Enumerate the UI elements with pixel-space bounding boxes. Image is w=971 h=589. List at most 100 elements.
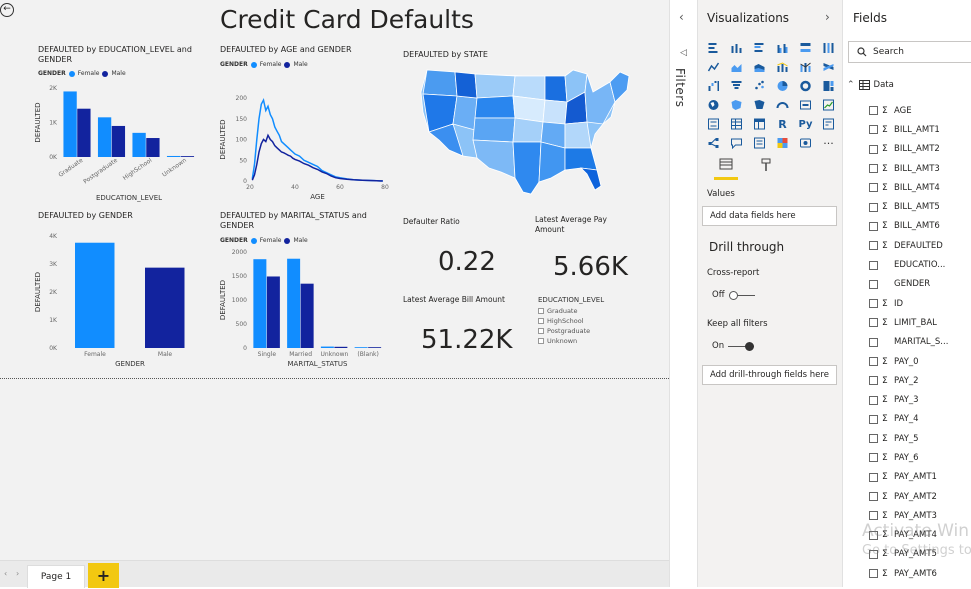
cross-report-toggle[interactable]: Off: [712, 290, 755, 300]
clustered-column-icon[interactable]: [773, 40, 792, 56]
slicer-item[interactable]: Unknown: [538, 336, 604, 346]
chevron-left-icon[interactable]: ‹: [679, 10, 684, 24]
bar[interactable]: [320, 346, 334, 348]
page-tab-1[interactable]: Page 1: [27, 565, 85, 588]
us-states-map[interactable]: [415, 62, 635, 200]
field-checkbox[interactable]: [869, 241, 878, 251]
clustered-bar-icon[interactable]: [750, 40, 769, 56]
treemap-icon[interactable]: [819, 78, 838, 94]
key-influencers-icon[interactable]: [819, 116, 838, 132]
field-checkbox[interactable]: [869, 511, 878, 521]
field-item[interactable]: Σ PAY_6: [869, 448, 948, 467]
bar[interactable]: [253, 259, 267, 348]
field-item[interactable]: Σ DEFAULTED: [869, 236, 948, 255]
table-icon[interactable]: [727, 116, 746, 132]
shape-map-icon[interactable]: [750, 97, 769, 113]
filter-collapse-icon[interactable]: ◁: [680, 48, 687, 58]
field-checkbox[interactable]: [869, 434, 878, 444]
field-checkbox[interactable]: [869, 569, 878, 579]
toggle-switch[interactable]: [728, 291, 755, 300]
bar[interactable]: [132, 132, 146, 157]
field-checkbox[interactable]: [869, 164, 878, 174]
field-item[interactable]: Σ BILL_AMT5: [869, 197, 948, 216]
field-item[interactable]: Σ ID: [869, 294, 948, 313]
fields-search-input[interactable]: Search: [848, 41, 971, 63]
filled-map-icon[interactable]: [727, 97, 746, 113]
bar[interactable]: [287, 258, 301, 348]
bar[interactable]: [111, 125, 126, 157]
stacked-bar-icon[interactable]: [704, 40, 723, 56]
matrix-icon[interactable]: [750, 116, 769, 132]
field-checkbox[interactable]: [869, 530, 878, 540]
field-item[interactable]: Σ PAY_AMT4: [869, 526, 948, 545]
slicer-item[interactable]: Postgraduate: [538, 326, 604, 336]
field-item[interactable]: Σ AGE: [869, 101, 948, 120]
stacked-column-icon[interactable]: [727, 40, 746, 56]
slicer-checkbox[interactable]: [538, 318, 544, 324]
qa-visual-icon[interactable]: [727, 135, 746, 151]
field-checkbox[interactable]: [869, 376, 878, 386]
back-arrow-icon[interactable]: ←: [0, 3, 14, 17]
funnel-icon[interactable]: [727, 78, 746, 94]
field-checkbox[interactable]: [869, 279, 878, 289]
field-item[interactable]: MARITAL_S...: [869, 333, 948, 352]
drill-through-drop-zone[interactable]: Add drill-through fields here: [702, 365, 837, 385]
field-item[interactable]: Σ PAY_0: [869, 352, 948, 371]
field-item[interactable]: Σ BILL_AMT1: [869, 120, 948, 139]
filters-pane[interactable]: ‹ ◁ Filters: [669, 0, 697, 587]
field-item[interactable]: Σ LIMIT_BAL: [869, 313, 948, 332]
bar[interactable]: [266, 276, 280, 348]
field-checkbox[interactable]: [869, 183, 878, 193]
field-checkbox[interactable]: [869, 202, 878, 212]
slicer-item[interactable]: HighSchool: [538, 316, 604, 326]
prev-page-icon[interactable]: ‹: [4, 569, 7, 578]
line-chart-icon[interactable]: [704, 59, 723, 75]
bar[interactable]: [166, 155, 181, 157]
kpi-icon[interactable]: [819, 97, 838, 113]
100-column-icon[interactable]: [819, 40, 838, 56]
bar[interactable]: [334, 346, 348, 348]
field-checkbox[interactable]: [869, 144, 878, 154]
marital-chart[interactable]: 0 500 1000 1500 2000 DEFAULTED Single Married Un…: [215, 244, 395, 370]
bar[interactable]: [75, 242, 115, 348]
bar[interactable]: [97, 117, 112, 157]
scatter-icon[interactable]: [750, 78, 769, 94]
add-page-button[interactable]: +: [88, 563, 119, 588]
values-drop-zone[interactable]: Add data fields here: [702, 206, 837, 226]
paginated-report-icon[interactable]: [796, 135, 815, 151]
field-item[interactable]: Σ PAY_4: [869, 410, 948, 429]
age-chart[interactable]: 050100150200DEFAULTED20 40 60 80AGE: [215, 70, 395, 206]
next-page-icon[interactable]: ›: [16, 569, 19, 578]
field-checkbox[interactable]: [869, 453, 878, 463]
field-checkbox[interactable]: [869, 549, 878, 559]
table-data[interactable]: ⌃ Data: [847, 80, 894, 90]
field-item[interactable]: Σ PAY_2: [869, 371, 948, 390]
field-checkbox[interactable]: [869, 337, 878, 347]
toggle-switch[interactable]: [728, 342, 755, 351]
field-checkbox[interactable]: [869, 106, 878, 116]
bar[interactable]: [146, 138, 160, 157]
field-checkbox[interactable]: [869, 492, 878, 502]
field-checkbox[interactable]: [869, 299, 878, 309]
card-icon[interactable]: [796, 97, 815, 113]
bar[interactable]: [368, 347, 382, 348]
field-checkbox[interactable]: [869, 221, 878, 231]
field-item[interactable]: Σ BILL_AMT3: [869, 159, 948, 178]
fields-tab-icon[interactable]: [714, 158, 738, 180]
bar[interactable]: [63, 91, 77, 157]
field-item[interactable]: Σ PAY_AMT5: [869, 545, 948, 564]
field-item[interactable]: Σ PAY_AMT2: [869, 487, 948, 506]
edu-chart[interactable]: 0K 1K 2K DEFAULTED GraduatePostgraduate HighS…: [30, 78, 205, 206]
field-item[interactable]: Σ PAY_AMT6: [869, 564, 948, 583]
field-item[interactable]: Σ BILL_AMT6: [869, 217, 948, 236]
field-checkbox[interactable]: [869, 472, 878, 482]
chevron-up-icon[interactable]: ⌃: [847, 80, 855, 90]
waterfall-icon[interactable]: [704, 78, 723, 94]
arcgis-map-icon[interactable]: [773, 135, 792, 151]
field-checkbox[interactable]: [869, 318, 878, 328]
smart-narrative-icon[interactable]: [750, 135, 769, 151]
field-item[interactable]: GENDER: [869, 275, 948, 294]
field-item[interactable]: Σ PAY_AMT3: [869, 506, 948, 525]
bar[interactable]: [354, 347, 368, 348]
field-checkbox[interactable]: [869, 260, 878, 270]
